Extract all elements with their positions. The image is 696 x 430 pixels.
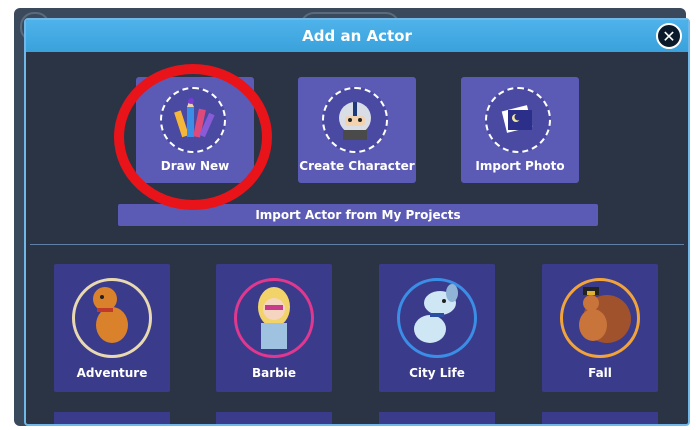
import-photo-label: Import Photo xyxy=(475,159,565,173)
dog-icon xyxy=(397,278,477,358)
section-divider xyxy=(30,244,684,245)
category-tile-partial[interactable] xyxy=(542,412,658,424)
turkey-icon xyxy=(560,278,640,358)
create-character-label: Create Character xyxy=(299,159,415,173)
category-adventure[interactable]: Adventure xyxy=(54,264,170,392)
category-label: Fall xyxy=(588,366,612,380)
category-tile-partial[interactable] xyxy=(379,412,495,424)
dialog-header: Add an Actor ✕ xyxy=(26,20,688,52)
add-actor-dialog: Add an Actor ✕ Draw New Create Character… xyxy=(24,18,690,426)
photo-icon xyxy=(485,87,551,153)
category-tile-partial[interactable] xyxy=(54,412,170,424)
category-city-life[interactable]: City Life xyxy=(379,264,495,392)
dinosaur-icon xyxy=(72,278,152,358)
barbie-icon xyxy=(234,278,314,358)
highlight-annotation xyxy=(114,64,272,210)
category-tile-partial[interactable] xyxy=(216,412,332,424)
category-fall[interactable]: Fall xyxy=(542,264,658,392)
dialog-title: Add an Actor xyxy=(302,27,412,45)
category-label: Barbie xyxy=(251,366,296,380)
import-photo-button[interactable]: Import Photo xyxy=(461,77,579,183)
category-barbie[interactable]: Barbie xyxy=(216,264,332,392)
category-label: City Life xyxy=(409,366,465,380)
create-character-button[interactable]: Create Character xyxy=(298,77,416,183)
character-icon xyxy=(322,87,388,153)
close-icon[interactable]: ✕ xyxy=(656,23,682,49)
category-label: Adventure xyxy=(76,366,148,380)
